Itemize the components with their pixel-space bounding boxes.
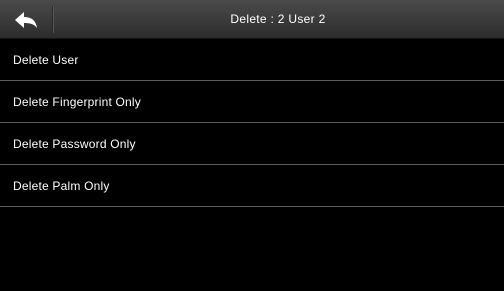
title-bar: Delete : 2 User 2: [0, 0, 504, 39]
back-button[interactable]: [0, 0, 52, 39]
delete-user-item[interactable]: Delete User: [0, 39, 504, 81]
delete-fingerprint-only-item[interactable]: Delete Fingerprint Only: [0, 81, 504, 123]
page-title: Delete : 2 User 2: [230, 12, 326, 26]
back-arrow-icon: [14, 11, 38, 29]
delete-palm-only-item[interactable]: Delete Palm Only: [0, 165, 504, 207]
delete-options-list: Delete User Delete Fingerprint Only Dele…: [0, 39, 504, 207]
delete-password-only-item[interactable]: Delete Password Only: [0, 123, 504, 165]
